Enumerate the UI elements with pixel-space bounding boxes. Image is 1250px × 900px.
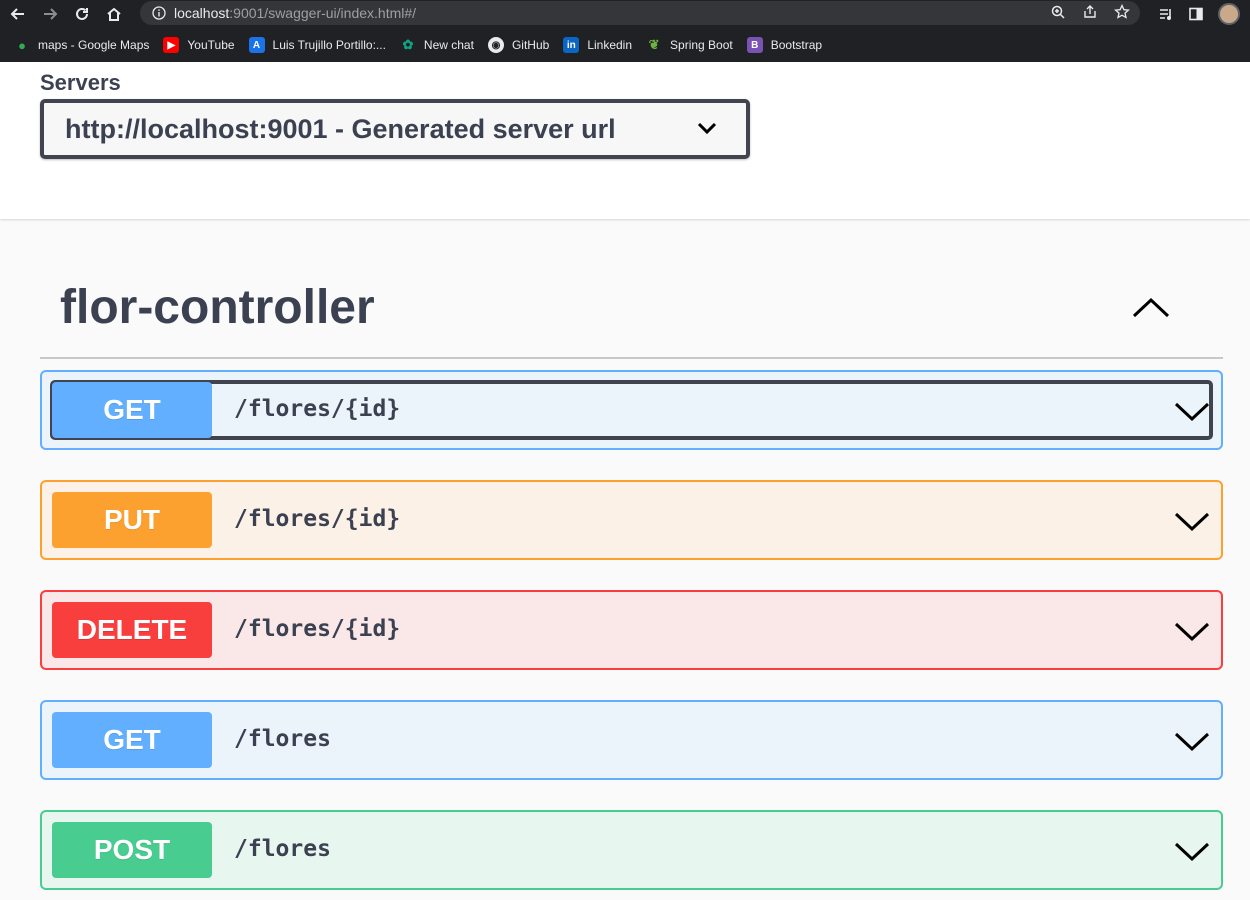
chatgpt-icon: ✿ <box>402 37 414 52</box>
bookmark-item[interactable]: A Luis Trujillo Portillo:... <box>248 37 386 53</box>
side-panel-icon[interactable] <box>1188 6 1204 22</box>
reload-button[interactable] <box>68 2 96 26</box>
operation-path: /flores <box>234 836 331 862</box>
operation-post-row[interactable]: POST/flores <box>40 810 1223 890</box>
github-icon: ◉ <box>487 37 504 53</box>
bookmark-label: Bootstrap <box>770 38 823 52</box>
bootstrap-icon: B <box>746 37 763 53</box>
address-bar[interactable]: localhost:9001/swagger-ui/index.html#/ <box>140 1 1140 25</box>
home-icon <box>107 7 121 21</box>
bookmark-label: Luis Trujillo Portillo:... <box>272 38 386 52</box>
profile-avatar[interactable] <box>1218 3 1240 25</box>
star-icon[interactable] <box>1114 4 1130 20</box>
bookmarks-bar: ● maps - Google Maps ▶ YouTube A Luis Trujill… <box>0 28 1250 62</box>
home-button[interactable] <box>100 2 128 26</box>
tag-divider <box>40 357 1223 359</box>
http-method-badge: POST <box>52 822 212 878</box>
operation-get-row[interactable]: GET/flores <box>40 700 1223 780</box>
http-method-badge: DELETE <box>52 602 212 658</box>
back-button[interactable] <box>4 2 32 26</box>
chevron-down-icon[interactable] <box>1173 616 1211 646</box>
bookmark-label: Linkedin <box>587 38 633 52</box>
server-select-value: http://localhost:9001 - Generated server… <box>65 113 616 144</box>
bookmark-item[interactable]: in Linkedin <box>563 37 632 53</box>
share-icon[interactable] <box>1082 4 1098 20</box>
bookmark-item[interactable]: ● maps - Google Maps <box>14 37 149 53</box>
google-maps-icon: ● <box>18 37 26 53</box>
bookmark-item[interactable]: B Bootstrap <box>746 37 823 53</box>
bookmark-item[interactable]: ▶ YouTube <box>163 37 235 53</box>
http-method-badge: GET <box>52 712 212 768</box>
operation-path: /flores/{id} <box>234 616 401 642</box>
server-select[interactable]: http://localhost:9001 - Generated server… <box>40 99 750 159</box>
chevron-down-icon <box>697 122 717 135</box>
spring-icon: ❦ <box>648 37 660 52</box>
chevron-up-icon[interactable] <box>1130 292 1172 322</box>
operation-path: /flores/{id} <box>234 506 401 532</box>
chevron-down-icon[interactable] <box>1173 506 1211 536</box>
youtube-icon: ▶ <box>163 37 180 53</box>
reload-icon <box>76 7 88 20</box>
media-queue-icon[interactable] <box>1158 6 1174 22</box>
a-logo-icon: A <box>248 37 265 53</box>
operation-get-row[interactable]: GET/flores/{id} <box>40 370 1223 450</box>
operation-path: /flores <box>234 726 331 752</box>
http-method-badge: GET <box>52 382 212 438</box>
bookmark-label: GitHub <box>511 38 550 52</box>
chevron-down-icon[interactable] <box>1173 836 1211 866</box>
browser-toolbar: localhost:9001/swagger-ui/index.html#/ <box>0 0 1250 28</box>
linkedin-icon: in <box>563 37 580 53</box>
zoom-icon[interactable] <box>1050 4 1066 20</box>
arrow-left-icon <box>10 8 24 20</box>
bookmark-item[interactable]: ✿ New chat <box>400 37 474 53</box>
bookmark-label: maps - Google Maps <box>38 38 150 52</box>
tag-title[interactable]: flor-controller <box>60 280 375 335</box>
chevron-down-icon[interactable] <box>1173 726 1211 756</box>
operation-path: /flores/{id} <box>234 396 401 422</box>
servers-label: Servers <box>40 70 121 95</box>
bookmark-label: Spring Boot <box>670 38 733 52</box>
bookmark-label: New chat <box>423 38 474 52</box>
bookmark-item[interactable]: ◉ GitHub <box>487 37 550 53</box>
operation-delete-row[interactable]: DELETE/flores/{id} <box>40 590 1223 670</box>
servers-section: Servers http://localhost:9001 - Generate… <box>0 62 1250 219</box>
address-url: localhost:9001/swagger-ui/index.html#/ <box>174 5 417 21</box>
chevron-down-icon[interactable] <box>1173 396 1211 426</box>
info-icon <box>152 6 166 20</box>
operation-put-row[interactable]: PUT/flores/{id} <box>40 480 1223 560</box>
focus-ring <box>50 380 1213 440</box>
bookmark-item[interactable]: ❦ Spring Boot <box>646 37 733 53</box>
forward-button[interactable] <box>36 2 64 26</box>
bookmark-label: YouTube <box>187 38 235 52</box>
arrow-right-icon <box>44 8 58 20</box>
http-method-badge: PUT <box>52 492 212 548</box>
